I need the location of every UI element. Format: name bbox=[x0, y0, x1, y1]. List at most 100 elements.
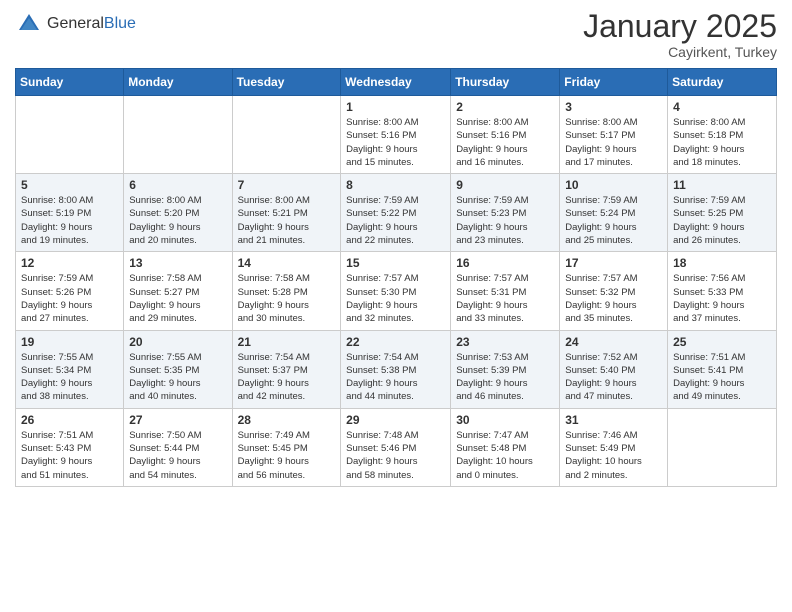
days-header-row: SundayMondayTuesdayWednesdayThursdayFrid… bbox=[16, 69, 777, 96]
day-number: 21 bbox=[238, 335, 336, 349]
day-info: Sunrise: 8:00 AM Sunset: 5:16 PM Dayligh… bbox=[456, 116, 554, 169]
calendar-cell: 6 Sunrise: 8:00 AM Sunset: 5:20 PM Daylig… bbox=[124, 174, 232, 252]
day-header-tuesday: Tuesday bbox=[232, 69, 341, 96]
calendar-cell: 9 Sunrise: 7:59 AM Sunset: 5:23 PM Daylig… bbox=[451, 174, 560, 252]
logo-text: GeneralBlue bbox=[47, 15, 136, 33]
day-number: 23 bbox=[456, 335, 554, 349]
day-info: Sunrise: 8:00 AM Sunset: 5:17 PM Dayligh… bbox=[565, 116, 662, 169]
day-number: 24 bbox=[565, 335, 662, 349]
day-number: 17 bbox=[565, 256, 662, 270]
day-info: Sunrise: 7:52 AM Sunset: 5:40 PM Dayligh… bbox=[565, 351, 662, 404]
calendar-cell: 31 Sunrise: 7:46 AM Sunset: 5:49 PM Dayli… bbox=[560, 408, 668, 486]
day-number: 12 bbox=[21, 256, 118, 270]
day-info: Sunrise: 7:57 AM Sunset: 5:32 PM Dayligh… bbox=[565, 272, 662, 325]
calendar-cell: 12 Sunrise: 7:59 AM Sunset: 5:26 PM Dayli… bbox=[16, 252, 124, 330]
calendar-cell bbox=[232, 96, 341, 174]
calendar-cell: 30 Sunrise: 7:47 AM Sunset: 5:48 PM Dayli… bbox=[451, 408, 560, 486]
calendar-cell: 14 Sunrise: 7:58 AM Sunset: 5:28 PM Dayli… bbox=[232, 252, 341, 330]
day-number: 25 bbox=[673, 335, 771, 349]
calendar-cell: 17 Sunrise: 7:57 AM Sunset: 5:32 PM Dayli… bbox=[560, 252, 668, 330]
calendar-cell: 16 Sunrise: 7:57 AM Sunset: 5:31 PM Dayli… bbox=[451, 252, 560, 330]
day-info: Sunrise: 8:00 AM Sunset: 5:21 PM Dayligh… bbox=[238, 194, 336, 247]
day-number: 15 bbox=[346, 256, 445, 270]
day-number: 31 bbox=[565, 413, 662, 427]
logo-general: General bbox=[47, 15, 104, 32]
logo-icon bbox=[15, 10, 43, 38]
header: GeneralBlue January 2025 Cayirkent, Turk… bbox=[15, 10, 777, 60]
day-number: 19 bbox=[21, 335, 118, 349]
day-number: 20 bbox=[129, 335, 226, 349]
day-number: 8 bbox=[346, 178, 445, 192]
calendar-cell: 19 Sunrise: 7:55 AM Sunset: 5:34 PM Dayli… bbox=[16, 330, 124, 408]
calendar-cell: 7 Sunrise: 8:00 AM Sunset: 5:21 PM Daylig… bbox=[232, 174, 341, 252]
day-number: 27 bbox=[129, 413, 226, 427]
day-info: Sunrise: 7:56 AM Sunset: 5:33 PM Dayligh… bbox=[673, 272, 771, 325]
day-number: 16 bbox=[456, 256, 554, 270]
logo: GeneralBlue bbox=[15, 10, 136, 38]
logo-blue: Blue bbox=[104, 15, 136, 32]
day-info: Sunrise: 7:58 AM Sunset: 5:27 PM Dayligh… bbox=[129, 272, 226, 325]
day-info: Sunrise: 7:57 AM Sunset: 5:31 PM Dayligh… bbox=[456, 272, 554, 325]
week-row-1: 1 Sunrise: 8:00 AM Sunset: 5:16 PM Daylig… bbox=[16, 96, 777, 174]
calendar-cell: 28 Sunrise: 7:49 AM Sunset: 5:45 PM Dayli… bbox=[232, 408, 341, 486]
title-block: January 2025 Cayirkent, Turkey bbox=[583, 10, 777, 60]
day-number: 30 bbox=[456, 413, 554, 427]
day-number: 3 bbox=[565, 100, 662, 114]
calendar-cell: 15 Sunrise: 7:57 AM Sunset: 5:30 PM Dayli… bbox=[341, 252, 451, 330]
calendar-cell: 22 Sunrise: 7:54 AM Sunset: 5:38 PM Dayli… bbox=[341, 330, 451, 408]
calendar-cell: 29Sunrise: 7:48 AM Sunset: 5:46 PM Dayli… bbox=[341, 408, 451, 486]
day-info: Sunrise: 7:55 AM Sunset: 5:35 PM Dayligh… bbox=[129, 351, 226, 404]
calendar-cell: 11Sunrise: 7:59 AM Sunset: 5:25 PM Dayli… bbox=[668, 174, 777, 252]
calendar-cell: 24 Sunrise: 7:52 AM Sunset: 5:40 PM Dayli… bbox=[560, 330, 668, 408]
day-number: 13 bbox=[129, 256, 226, 270]
day-info: Sunrise: 7:54 AM Sunset: 5:38 PM Dayligh… bbox=[346, 351, 445, 404]
calendar-cell: 4 Sunrise: 8:00 AM Sunset: 5:18 PM Daylig… bbox=[668, 96, 777, 174]
day-info: Sunrise: 7:58 AM Sunset: 5:28 PM Dayligh… bbox=[238, 272, 336, 325]
day-info: Sunrise: 8:00 AM Sunset: 5:18 PM Dayligh… bbox=[673, 116, 771, 169]
day-info: Sunrise: 7:47 AM Sunset: 5:48 PM Dayligh… bbox=[456, 429, 554, 482]
day-info: Sunrise: 7:46 AM Sunset: 5:49 PM Dayligh… bbox=[565, 429, 662, 482]
calendar-cell: 1 Sunrise: 8:00 AM Sunset: 5:16 PM Daylig… bbox=[341, 96, 451, 174]
day-number: 9 bbox=[456, 178, 554, 192]
day-info: Sunrise: 7:55 AM Sunset: 5:34 PM Dayligh… bbox=[21, 351, 118, 404]
page: GeneralBlue January 2025 Cayirkent, Turk… bbox=[0, 0, 792, 612]
day-number: 10 bbox=[565, 178, 662, 192]
day-number: 22 bbox=[346, 335, 445, 349]
day-info: Sunrise: 7:53 AM Sunset: 5:39 PM Dayligh… bbox=[456, 351, 554, 404]
calendar-cell: 20 Sunrise: 7:55 AM Sunset: 5:35 PM Dayli… bbox=[124, 330, 232, 408]
calendar-cell: 10Sunrise: 7:59 AM Sunset: 5:24 PM Dayli… bbox=[560, 174, 668, 252]
day-info: Sunrise: 7:57 AM Sunset: 5:30 PM Dayligh… bbox=[346, 272, 445, 325]
day-number: 2 bbox=[456, 100, 554, 114]
day-info: Sunrise: 7:49 AM Sunset: 5:45 PM Dayligh… bbox=[238, 429, 336, 482]
day-info: Sunrise: 7:50 AM Sunset: 5:44 PM Dayligh… bbox=[129, 429, 226, 482]
calendar-cell: 8Sunrise: 7:59 AM Sunset: 5:22 PM Daylig… bbox=[341, 174, 451, 252]
day-header-wednesday: Wednesday bbox=[341, 69, 451, 96]
day-number: 6 bbox=[129, 178, 226, 192]
day-number: 18 bbox=[673, 256, 771, 270]
day-info: Sunrise: 8:00 AM Sunset: 5:20 PM Dayligh… bbox=[129, 194, 226, 247]
day-number: 11 bbox=[673, 178, 771, 192]
day-header-sunday: Sunday bbox=[16, 69, 124, 96]
day-number: 1 bbox=[346, 100, 445, 114]
week-row-2: 5Sunrise: 8:00 AM Sunset: 5:19 PM Daylig… bbox=[16, 174, 777, 252]
week-row-4: 19 Sunrise: 7:55 AM Sunset: 5:34 PM Dayli… bbox=[16, 330, 777, 408]
day-info: Sunrise: 7:59 AM Sunset: 5:26 PM Dayligh… bbox=[21, 272, 118, 325]
calendar-cell: 18 Sunrise: 7:56 AM Sunset: 5:33 PM Dayli… bbox=[668, 252, 777, 330]
day-number: 4 bbox=[673, 100, 771, 114]
day-number: 5 bbox=[21, 178, 118, 192]
calendar-table: SundayMondayTuesdayWednesdayThursdayFrid… bbox=[15, 68, 777, 487]
day-number: 14 bbox=[238, 256, 336, 270]
calendar-cell bbox=[16, 96, 124, 174]
day-number: 28 bbox=[238, 413, 336, 427]
calendar-cell: 27 Sunrise: 7:50 AM Sunset: 5:44 PM Dayli… bbox=[124, 408, 232, 486]
day-info: Sunrise: 7:59 AM Sunset: 5:23 PM Dayligh… bbox=[456, 194, 554, 247]
day-info: Sunrise: 8:00 AM Sunset: 5:16 PM Dayligh… bbox=[346, 116, 445, 169]
day-number: 7 bbox=[238, 178, 336, 192]
calendar-cell: 5Sunrise: 8:00 AM Sunset: 5:19 PM Daylig… bbox=[16, 174, 124, 252]
day-info: Sunrise: 7:48 AM Sunset: 5:46 PM Dayligh… bbox=[346, 429, 445, 482]
calendar-cell bbox=[124, 96, 232, 174]
calendar-cell: 26Sunrise: 7:51 AM Sunset: 5:43 PM Dayli… bbox=[16, 408, 124, 486]
location: Cayirkent, Turkey bbox=[583, 44, 777, 60]
day-info: Sunrise: 7:51 AM Sunset: 5:41 PM Dayligh… bbox=[673, 351, 771, 404]
day-header-monday: Monday bbox=[124, 69, 232, 96]
